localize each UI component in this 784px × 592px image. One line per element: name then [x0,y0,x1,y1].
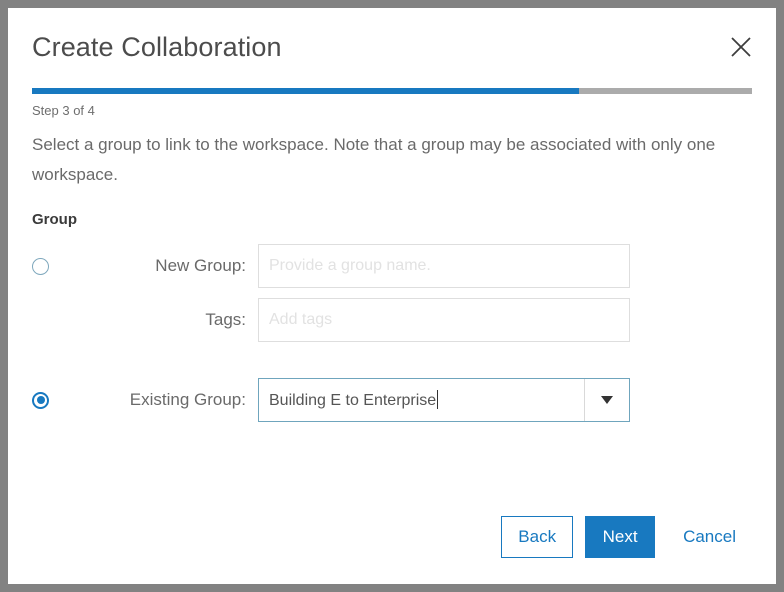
progress-bar [32,88,752,94]
create-collaboration-dialog: Create Collaboration Step 3 of 4 Select … [8,8,776,584]
new-group-label: New Group: [68,256,258,276]
chevron-down-icon[interactable] [584,379,629,421]
back-button[interactable]: Back [501,516,573,558]
tags-label: Tags: [68,310,258,330]
existing-group-select[interactable]: Building E to Enterprise [258,378,630,422]
radio-new-group[interactable] [32,258,49,275]
new-group-row: New Group: [32,244,632,288]
existing-group-radio-cell [32,392,68,409]
tags-input[interactable] [258,298,630,342]
dialog-description: Select a group to link to the workspace.… [32,130,732,190]
progress-bar-fill [32,88,579,94]
close-icon[interactable] [724,30,758,64]
next-button[interactable]: Next [585,516,655,558]
chevron-down-glyph [601,396,613,404]
radio-existing-group[interactable] [32,392,49,409]
cancel-button[interactable]: Cancel [667,516,752,558]
tags-row: Tags: [32,298,632,342]
existing-group-value: Building E to Enterprise [269,392,436,409]
step-label: Step 3 of 4 [32,103,95,118]
existing-group-label: Existing Group: [68,390,258,410]
page-title: Create Collaboration [32,32,282,63]
new-group-radio-cell [32,258,68,275]
group-section-heading: Group [32,211,77,228]
dialog-footer: Back Next Cancel [501,516,752,558]
new-group-input[interactable] [258,244,630,288]
text-caret [437,390,438,409]
existing-group-value-wrap[interactable]: Building E to Enterprise [259,390,584,410]
dialog-header: Create Collaboration [8,8,776,86]
existing-group-row: Existing Group: Building E to Enterprise [32,378,632,422]
